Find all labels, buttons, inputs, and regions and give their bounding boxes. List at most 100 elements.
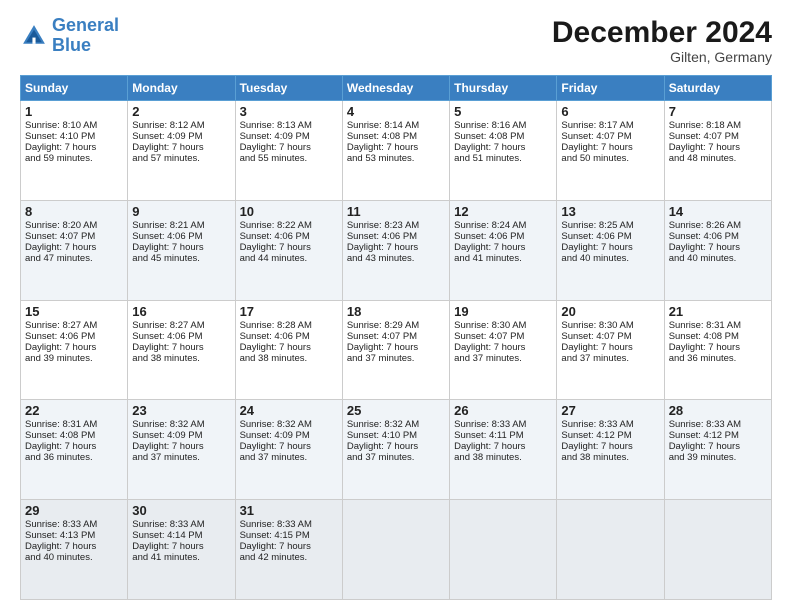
day-info-line: Daylight: 7 hours	[25, 541, 123, 552]
calendar-header-cell: Thursday	[450, 76, 557, 101]
day-info-line: Sunset: 4:07 PM	[454, 331, 552, 342]
day-info-line: and 53 minutes.	[347, 153, 445, 164]
day-info-line: Sunset: 4:12 PM	[561, 430, 659, 441]
day-info-line: and 41 minutes.	[132, 552, 230, 563]
calendar-cell: 26Sunrise: 8:33 AMSunset: 4:11 PMDayligh…	[450, 400, 557, 500]
day-info-line: Sunset: 4:07 PM	[347, 331, 445, 342]
logo: General Blue	[20, 16, 119, 56]
day-number: 21	[669, 304, 767, 319]
calendar-cell: 17Sunrise: 8:28 AMSunset: 4:06 PMDayligh…	[235, 300, 342, 400]
day-number: 31	[240, 503, 338, 518]
calendar-cell: 23Sunrise: 8:32 AMSunset: 4:09 PMDayligh…	[128, 400, 235, 500]
day-info-line: Sunset: 4:07 PM	[669, 131, 767, 142]
day-info-line: and 39 minutes.	[669, 452, 767, 463]
calendar-header-cell: Sunday	[21, 76, 128, 101]
calendar-header-cell: Saturday	[664, 76, 771, 101]
day-info-line: and 37 minutes.	[132, 452, 230, 463]
calendar-cell: 31Sunrise: 8:33 AMSunset: 4:15 PMDayligh…	[235, 500, 342, 600]
day-info-line: and 45 minutes.	[132, 253, 230, 264]
day-info-line: Daylight: 7 hours	[561, 242, 659, 253]
day-info-line: Sunrise: 8:26 AM	[669, 220, 767, 231]
day-number: 26	[454, 403, 552, 418]
day-info-line: Daylight: 7 hours	[669, 242, 767, 253]
day-info-line: Sunset: 4:10 PM	[347, 430, 445, 441]
day-info-line: Sunrise: 8:14 AM	[347, 120, 445, 131]
location: Gilten, Germany	[552, 49, 772, 65]
logo-line1: General	[52, 15, 119, 35]
day-info-line: Daylight: 7 hours	[132, 441, 230, 452]
calendar-cell	[342, 500, 449, 600]
calendar-cell: 6Sunrise: 8:17 AMSunset: 4:07 PMDaylight…	[557, 101, 664, 201]
calendar-cell: 30Sunrise: 8:33 AMSunset: 4:14 PMDayligh…	[128, 500, 235, 600]
day-info-line: Daylight: 7 hours	[561, 441, 659, 452]
calendar-cell: 19Sunrise: 8:30 AMSunset: 4:07 PMDayligh…	[450, 300, 557, 400]
day-info-line: Sunrise: 8:32 AM	[132, 419, 230, 430]
day-info-line: and 42 minutes.	[240, 552, 338, 563]
day-number: 19	[454, 304, 552, 319]
calendar-cell: 28Sunrise: 8:33 AMSunset: 4:12 PMDayligh…	[664, 400, 771, 500]
day-info-line: Daylight: 7 hours	[347, 242, 445, 253]
day-info-line: Sunset: 4:07 PM	[561, 131, 659, 142]
day-info-line: Sunrise: 8:33 AM	[454, 419, 552, 430]
day-info-line: Daylight: 7 hours	[669, 441, 767, 452]
calendar-cell: 9Sunrise: 8:21 AMSunset: 4:06 PMDaylight…	[128, 200, 235, 300]
day-info-line: Sunset: 4:06 PM	[132, 231, 230, 242]
day-info-line: Sunrise: 8:33 AM	[25, 519, 123, 530]
calendar-header-cell: Wednesday	[342, 76, 449, 101]
day-info-line: Daylight: 7 hours	[240, 541, 338, 552]
calendar-header-row: SundayMondayTuesdayWednesdayThursdayFrid…	[21, 76, 772, 101]
day-number: 17	[240, 304, 338, 319]
day-info-line: Sunset: 4:06 PM	[561, 231, 659, 242]
day-number: 15	[25, 304, 123, 319]
logo-text: General Blue	[52, 16, 119, 56]
day-info-line: and 47 minutes.	[25, 253, 123, 264]
day-info-line: and 36 minutes.	[25, 452, 123, 463]
day-info-line: Sunrise: 8:24 AM	[454, 220, 552, 231]
day-number: 14	[669, 204, 767, 219]
calendar-cell: 5Sunrise: 8:16 AMSunset: 4:08 PMDaylight…	[450, 101, 557, 201]
day-info-line: Sunset: 4:06 PM	[25, 331, 123, 342]
calendar-cell: 11Sunrise: 8:23 AMSunset: 4:06 PMDayligh…	[342, 200, 449, 300]
day-info-line: Daylight: 7 hours	[347, 342, 445, 353]
calendar-week-row: 8Sunrise: 8:20 AMSunset: 4:07 PMDaylight…	[21, 200, 772, 300]
day-info-line: and 57 minutes.	[132, 153, 230, 164]
day-info-line: Daylight: 7 hours	[347, 441, 445, 452]
day-number: 23	[132, 403, 230, 418]
day-info-line: Sunrise: 8:32 AM	[240, 419, 338, 430]
calendar-cell: 2Sunrise: 8:12 AMSunset: 4:09 PMDaylight…	[128, 101, 235, 201]
calendar-cell: 22Sunrise: 8:31 AMSunset: 4:08 PMDayligh…	[21, 400, 128, 500]
day-info-line: Sunrise: 8:33 AM	[240, 519, 338, 530]
day-number: 24	[240, 403, 338, 418]
day-number: 7	[669, 104, 767, 119]
day-info-line: Daylight: 7 hours	[25, 142, 123, 153]
calendar-cell: 13Sunrise: 8:25 AMSunset: 4:06 PMDayligh…	[557, 200, 664, 300]
day-info-line: Daylight: 7 hours	[132, 142, 230, 153]
day-info-line: Daylight: 7 hours	[669, 342, 767, 353]
day-info-line: Sunset: 4:08 PM	[454, 131, 552, 142]
day-info-line: and 50 minutes.	[561, 153, 659, 164]
day-info-line: and 44 minutes.	[240, 253, 338, 264]
day-info-line: Sunset: 4:06 PM	[240, 331, 338, 342]
day-number: 2	[132, 104, 230, 119]
day-number: 10	[240, 204, 338, 219]
day-info-line: Sunrise: 8:31 AM	[25, 419, 123, 430]
day-info-line: Sunrise: 8:22 AM	[240, 220, 338, 231]
day-info-line: Sunset: 4:12 PM	[669, 430, 767, 441]
page: General Blue December 2024 Gilten, Germa…	[0, 0, 792, 612]
day-info-line: Sunset: 4:09 PM	[240, 131, 338, 142]
day-info-line: Sunrise: 8:30 AM	[454, 320, 552, 331]
month-title: December 2024	[552, 16, 772, 49]
day-info-line: Sunrise: 8:25 AM	[561, 220, 659, 231]
day-number: 16	[132, 304, 230, 319]
day-number: 5	[454, 104, 552, 119]
day-number: 20	[561, 304, 659, 319]
calendar-cell: 15Sunrise: 8:27 AMSunset: 4:06 PMDayligh…	[21, 300, 128, 400]
day-info-line: and 40 minutes.	[25, 552, 123, 563]
calendar-cell: 27Sunrise: 8:33 AMSunset: 4:12 PMDayligh…	[557, 400, 664, 500]
calendar-cell: 20Sunrise: 8:30 AMSunset: 4:07 PMDayligh…	[557, 300, 664, 400]
day-info-line: Daylight: 7 hours	[132, 342, 230, 353]
day-info-line: Daylight: 7 hours	[132, 242, 230, 253]
calendar-cell: 29Sunrise: 8:33 AMSunset: 4:13 PMDayligh…	[21, 500, 128, 600]
day-info-line: Sunset: 4:14 PM	[132, 530, 230, 541]
day-number: 8	[25, 204, 123, 219]
